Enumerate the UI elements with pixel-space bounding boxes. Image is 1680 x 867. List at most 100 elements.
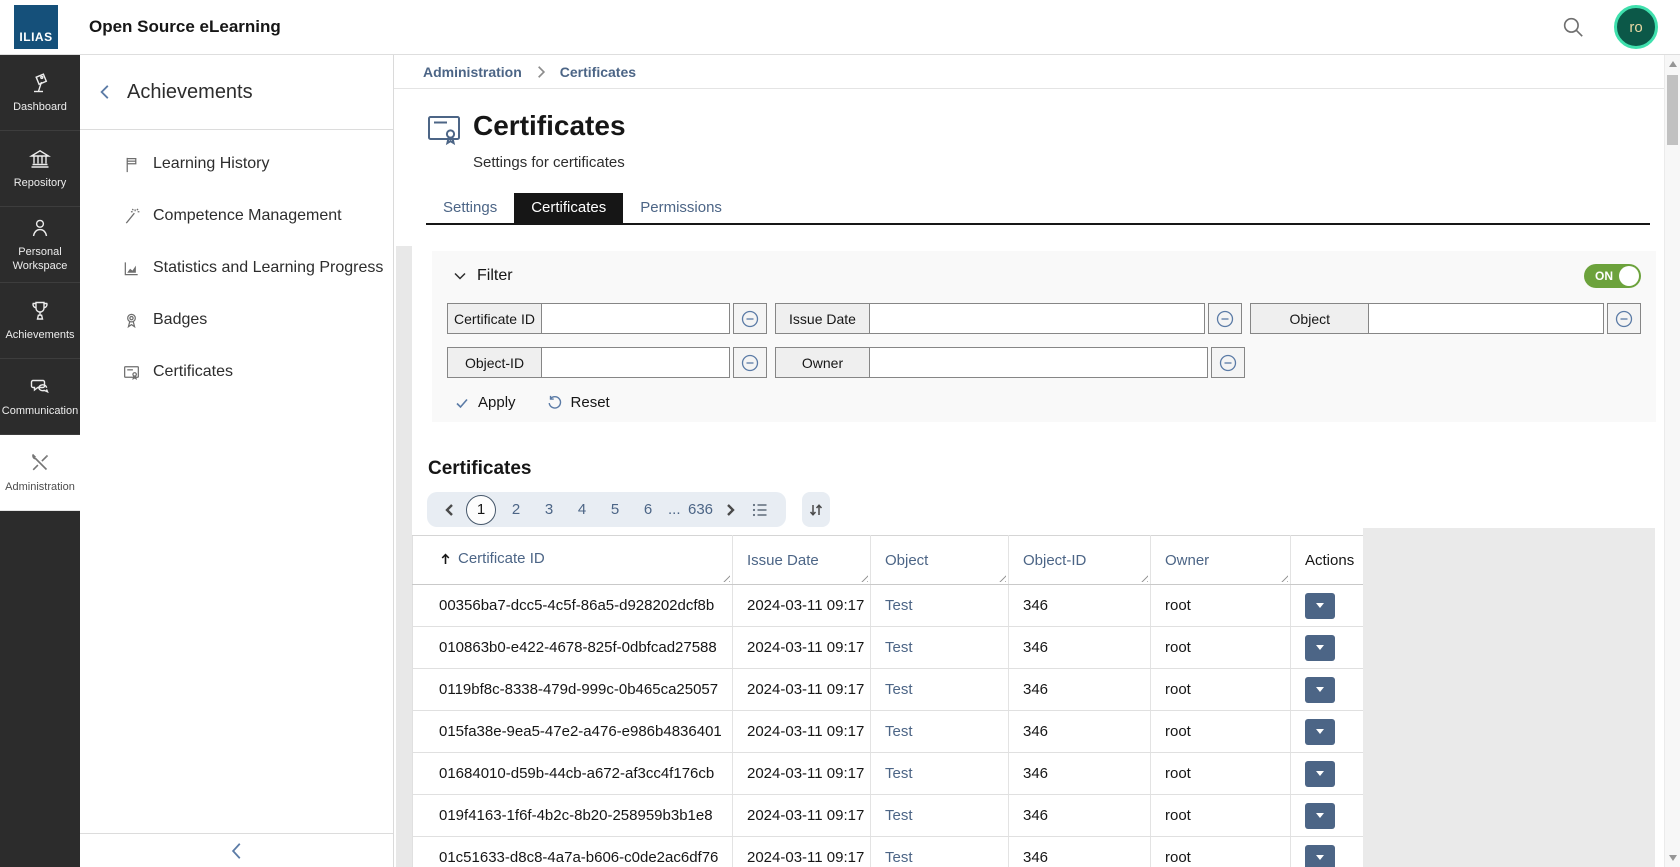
row-actions-dropdown[interactable] bbox=[1305, 803, 1335, 829]
table-row: 01c51633-d8c8-4a7a-b606-c0de2ac6df76 202… bbox=[413, 837, 1364, 867]
column-resize-handle[interactable] bbox=[721, 573, 730, 582]
tools-icon bbox=[28, 451, 52, 475]
scrollbar-thumb[interactable] bbox=[1667, 75, 1678, 145]
mainbar-item-repository[interactable]: Repository bbox=[0, 131, 80, 207]
vertical-scrollbar[interactable] bbox=[1664, 55, 1680, 867]
row-actions-dropdown[interactable] bbox=[1305, 677, 1335, 703]
ilias-logo[interactable]: ILIAS bbox=[14, 5, 58, 49]
sidebar-item-statistics[interactable]: Statistics and Learning Progress bbox=[80, 242, 393, 294]
remove-filter-button[interactable] bbox=[733, 303, 767, 334]
sidebar-item-learning-history[interactable]: Learning History bbox=[80, 138, 393, 190]
scrollbar-down-arrow[interactable] bbox=[1669, 855, 1677, 861]
apply-button[interactable]: Apply bbox=[454, 394, 516, 411]
sidebar-item-competence-management[interactable]: Competence Management bbox=[80, 190, 393, 242]
search-button[interactable] bbox=[1560, 14, 1586, 40]
mainbar-item-communication[interactable]: Communication bbox=[0, 359, 80, 435]
repository-bank-icon bbox=[28, 147, 52, 171]
tab-permissions[interactable]: Permissions bbox=[623, 193, 739, 223]
column-label: Certificate ID bbox=[458, 550, 545, 567]
sidebar-header: Achievements bbox=[80, 55, 393, 130]
cell-object-link[interactable]: Test bbox=[871, 627, 1009, 669]
sidebar-item-label: Learning History bbox=[153, 155, 270, 173]
reset-label: Reset bbox=[571, 394, 610, 411]
cell-object-link[interactable]: Test bbox=[871, 711, 1009, 753]
object-id-input[interactable] bbox=[542, 347, 730, 378]
pagination-page-current[interactable]: 1 bbox=[466, 495, 496, 525]
breadcrumb-administration[interactable]: Administration bbox=[423, 64, 522, 80]
column-resize-handle[interactable] bbox=[1279, 573, 1288, 582]
owner-input[interactable] bbox=[870, 347, 1208, 378]
sidebar-item-certificates[interactable]: Certificates bbox=[80, 346, 393, 398]
remove-filter-button[interactable] bbox=[1607, 303, 1641, 334]
tab-certificates[interactable]: Certificates bbox=[514, 193, 623, 223]
main-bar: Dashboard Repository Personal Workspace … bbox=[0, 55, 80, 867]
mainbar-item-personal-workspace[interactable]: Personal Workspace bbox=[0, 207, 80, 283]
remove-filter-button[interactable] bbox=[733, 347, 767, 378]
column-header-owner[interactable]: Owner bbox=[1165, 552, 1209, 569]
cell-object-link[interactable]: Test bbox=[871, 753, 1009, 795]
mainbar-item-achievements[interactable]: Achievements bbox=[0, 283, 80, 359]
pagination-page[interactable]: 4 bbox=[569, 501, 595, 518]
column-header-object[interactable]: Object bbox=[885, 552, 928, 569]
cell-object-link[interactable]: Test bbox=[871, 669, 1009, 711]
scrollbar-up-arrow[interactable] bbox=[1669, 61, 1677, 67]
chart-icon bbox=[122, 259, 141, 278]
column-header-issue-date[interactable]: Issue Date bbox=[747, 552, 819, 569]
pagination-page[interactable]: 6 bbox=[635, 501, 661, 518]
column-header-object-id[interactable]: Object-ID bbox=[1023, 552, 1086, 569]
remove-filter-button[interactable] bbox=[1211, 347, 1245, 378]
row-actions-dropdown[interactable] bbox=[1305, 761, 1335, 787]
cell-object-id: 346 bbox=[1009, 711, 1151, 753]
sidebar-item-label: Badges bbox=[153, 311, 207, 329]
column-header-certificate-id[interactable]: Certificate ID bbox=[439, 550, 545, 567]
pagination-last-page[interactable]: 636 bbox=[688, 501, 714, 518]
sidebar-item-label: Statistics and Learning Progress bbox=[153, 259, 383, 277]
tab-settings[interactable]: Settings bbox=[426, 193, 514, 223]
mainbar-item-dashboard[interactable]: Dashboard bbox=[0, 55, 80, 131]
cell-object-id: 346 bbox=[1009, 585, 1151, 627]
cell-certificate-id: 00356ba7-dcc5-4c5f-86a5-d928202dcf8b bbox=[413, 585, 733, 627]
column-resize-handle[interactable] bbox=[1139, 573, 1148, 582]
cell-object-link[interactable]: Test bbox=[871, 585, 1009, 627]
table-body: 00356ba7-dcc5-4c5f-86a5-d928202dcf8b 202… bbox=[413, 585, 1364, 867]
column-resize-handle[interactable] bbox=[859, 573, 868, 582]
issue-date-input[interactable] bbox=[870, 303, 1205, 334]
sidebar-collapse-button[interactable] bbox=[229, 841, 245, 861]
row-actions-dropdown[interactable] bbox=[1305, 593, 1335, 619]
sidebar-item-badges[interactable]: Badges bbox=[80, 294, 393, 346]
cell-actions bbox=[1291, 711, 1364, 753]
cell-object-link[interactable]: Test bbox=[871, 837, 1009, 867]
pagination-prev-button[interactable] bbox=[440, 501, 459, 519]
row-actions-dropdown[interactable] bbox=[1305, 719, 1335, 745]
row-actions-dropdown[interactable] bbox=[1305, 845, 1335, 867]
chevron-down-icon[interactable] bbox=[453, 271, 467, 282]
certificate-id-input[interactable] bbox=[542, 303, 730, 334]
chevron-left-icon bbox=[229, 841, 245, 861]
pagination-page[interactable]: 2 bbox=[503, 501, 529, 518]
cell-object-link[interactable]: Test bbox=[871, 795, 1009, 837]
toggle-on-label: ON bbox=[1595, 269, 1613, 283]
row-actions-dropdown[interactable] bbox=[1305, 635, 1335, 661]
filter-title: Filter bbox=[477, 267, 513, 285]
remove-filter-button[interactable] bbox=[1208, 303, 1242, 334]
column-label: Object bbox=[885, 552, 928, 569]
breadcrumb-certificates[interactable]: Certificates bbox=[560, 64, 636, 80]
rows-per-page-button[interactable] bbox=[747, 499, 773, 521]
pagination-next-button[interactable] bbox=[721, 501, 740, 519]
column-resize-handle[interactable] bbox=[997, 573, 1006, 582]
table-row: 0119bf8c-8338-479d-999c-0b465ca25057 202… bbox=[413, 669, 1364, 711]
sort-options-button[interactable] bbox=[802, 492, 830, 527]
filter-on-toggle[interactable]: ON bbox=[1584, 264, 1641, 288]
column-header-actions: Actions bbox=[1291, 536, 1364, 585]
object-input[interactable] bbox=[1369, 303, 1604, 334]
pagination-page[interactable]: 5 bbox=[602, 501, 628, 518]
user-avatar[interactable]: ro bbox=[1614, 5, 1658, 49]
sidebar-back-button[interactable] bbox=[93, 79, 117, 105]
sidebar-item-label: Competence Management bbox=[153, 207, 342, 225]
pagination-page[interactable]: 3 bbox=[536, 501, 562, 518]
caret-down-icon bbox=[1316, 729, 1324, 734]
mainbar-item-administration[interactable]: Administration bbox=[0, 435, 80, 511]
reset-button[interactable]: Reset bbox=[546, 394, 610, 411]
filter-field-certificate-id: Certificate ID bbox=[447, 303, 767, 334]
reset-icon bbox=[546, 394, 563, 411]
